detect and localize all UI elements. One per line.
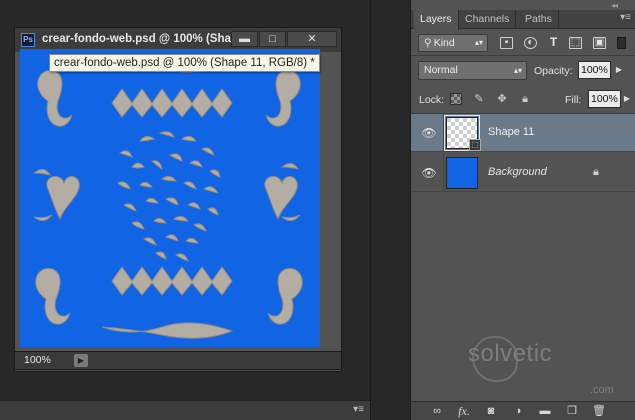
shape-filter-icon[interactable]: ⬚: [569, 37, 582, 49]
close-button[interactable]: ✕: [287, 31, 337, 47]
maximize-button[interactable]: □: [259, 31, 286, 47]
zigzag-band: [111, 88, 233, 118]
add-mask-icon[interactable]: ◙: [483, 404, 499, 418]
lock-position-move-icon[interactable]: ✥: [496, 93, 508, 105]
search-icon: ⚲: [424, 37, 432, 49]
fx-icon[interactable]: fx.: [456, 404, 472, 418]
lock-pixels-brush-icon[interactable]: ✎: [473, 93, 485, 105]
adjustment-filter-icon[interactable]: ◐: [524, 37, 537, 49]
eye-visibility-icon[interactable]: 👁︎: [421, 166, 437, 180]
layer-name[interactable]: Shape 11: [488, 126, 534, 138]
photoshop-doc-icon: Ps: [21, 33, 35, 47]
status-menu-icon[interactable]: ▶: [74, 354, 88, 367]
zigzag-band: [111, 266, 233, 296]
smart-object-filter-icon[interactable]: ▣: [593, 37, 606, 49]
blend-mode-value: Normal: [424, 64, 458, 76]
blend-row: Normal ▴▾ Opacity: 100% ▶: [411, 58, 635, 84]
type-filter-icon[interactable]: T: [547, 36, 560, 49]
lock-all-icon[interactable]: 🔒︎: [519, 93, 531, 105]
layer-filter-row: ⚲ Kind ▴▾ ▪ ◐ T ⬚ ▣: [411, 30, 635, 55]
new-layer-icon[interactable]: ❐: [564, 404, 580, 418]
dock-menu-icon[interactable]: ▾≡: [353, 404, 364, 415]
blend-mode-select[interactable]: Normal ▴▾: [418, 61, 527, 80]
fill-label: Fill:: [565, 94, 582, 106]
opacity-input[interactable]: 100%: [578, 61, 611, 79]
pattern-artwork: [32, 56, 303, 339]
kind-filter-value: Kind: [433, 37, 455, 49]
eye-visibility-icon[interactable]: 👁︎: [421, 126, 437, 140]
fill-input[interactable]: 100%: [588, 90, 621, 108]
paisley-ornament: [37, 70, 73, 127]
heart-ornament: [264, 175, 298, 221]
chevron-updown-icon: ▴▾: [513, 66, 522, 75]
link-layers-icon[interactable]: ∞: [429, 404, 445, 418]
adjustment-layer-icon[interactable]: ◑: [510, 404, 526, 418]
document-canvas[interactable]: [20, 49, 320, 347]
tab-channels[interactable]: Channels: [459, 10, 517, 29]
watermark: solvetic: [468, 340, 553, 367]
layer-name[interactable]: Background: [488, 166, 547, 178]
fill-slider-arrow-icon[interactable]: ▶: [621, 90, 633, 108]
layer-row-background[interactable]: 👁︎ Background 🔒︎: [411, 154, 635, 192]
divider: [443, 154, 444, 192]
watermark-suffix: .com: [590, 384, 614, 396]
bottom-dock-strip: ▾≡: [0, 400, 370, 420]
panel-tab-bar: Layers Channels Paths ▾≡: [411, 10, 635, 30]
paisley-ornament: [35, 268, 71, 325]
layers-panel-footer: ∞ fx. ◙ ◑ ▬ ❐ 🗑︎: [411, 401, 635, 420]
trash-icon[interactable]: 🗑︎: [591, 404, 607, 418]
document-title[interactable]: crear-fondo-web.psd @ 100% (Sha…: [42, 33, 242, 45]
zoom-level[interactable]: 100%: [24, 354, 51, 366]
minimize-button[interactable]: ▬: [231, 31, 258, 47]
layer-row-shape-11[interactable]: 👁︎ ⬚ Shape 11: [411, 114, 635, 152]
paisley-ornament: [265, 70, 301, 127]
lock-row: Lock: ✎ ✥ 🔒︎ Fill: 100% ▶: [411, 88, 635, 112]
lock-label: Lock:: [419, 94, 445, 106]
workspace: Ps crear-fondo-web.psd @ 100% (Sha… ▬ □ …: [0, 0, 370, 420]
document-tooltip: crear-fondo-web.psd @ 100% (Shape 11, RG…: [49, 54, 320, 72]
opacity-slider-arrow-icon[interactable]: ▶: [613, 61, 625, 79]
opacity-label: Opacity:: [534, 65, 573, 77]
heart-ornament: [46, 175, 80, 221]
new-group-icon[interactable]: ▬: [537, 404, 553, 418]
swirl-banner: [101, 322, 234, 339]
document-status-bar: 100% ▶: [14, 351, 342, 370]
shape-layer-badge-icon: ⬚: [469, 139, 481, 151]
kind-filter-select[interactable]: ⚲ Kind ▴▾: [418, 34, 488, 52]
lock-transparency-icon[interactable]: [450, 93, 462, 105]
image-filter-icon[interactable]: ▪: [500, 37, 513, 49]
lock-icon: 🔒︎: [593, 166, 599, 178]
collapse-panel-icon[interactable]: ◂◂: [611, 1, 618, 10]
tab-layers[interactable]: Layers: [414, 10, 459, 30]
chevron-updown-icon: ▴▾: [474, 38, 483, 47]
filter-toggle-switch[interactable]: [617, 37, 626, 49]
paisley-ornament: [267, 268, 303, 325]
panel-menu-icon[interactable]: ▾≡: [620, 12, 631, 23]
tab-paths[interactable]: Paths: [519, 10, 559, 29]
divider: [411, 55, 635, 56]
layer-thumbnail[interactable]: [446, 157, 478, 189]
collapsed-dock: [370, 0, 410, 420]
